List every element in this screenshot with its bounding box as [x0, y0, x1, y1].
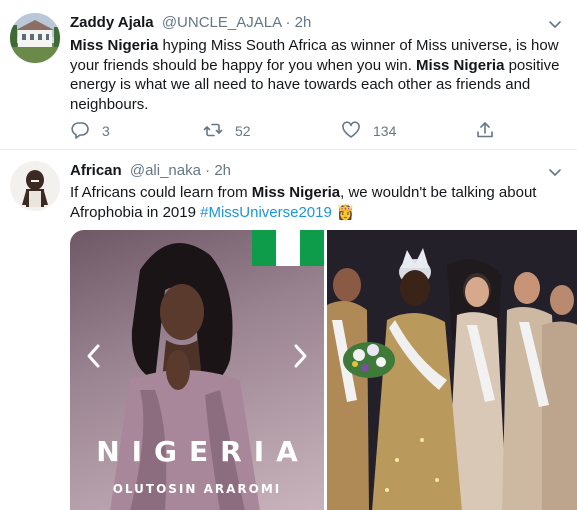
share-button[interactable] — [475, 120, 495, 142]
tweet-actions: 3 52 134 — [70, 120, 510, 142]
photo-caption-name: OLUTOSIN ARAROMI — [112, 482, 282, 496]
avatar[interactable] — [10, 13, 60, 63]
tweet[interactable]: African @ali_naka · 2h If Africans could… — [0, 151, 577, 510]
photo-caption-country: NIGERIA — [96, 435, 310, 468]
share-icon — [475, 120, 495, 143]
nigeria-flag-icon — [252, 230, 324, 266]
retweet-button[interactable]: 52 — [203, 120, 251, 142]
reply-button[interactable]: 3 — [70, 120, 110, 142]
display-name[interactable]: Zaddy Ajala — [70, 14, 154, 31]
like-button[interactable]: 134 — [341, 120, 396, 142]
tweet-media[interactable]: NIGERIA OLUTOSIN ARAROMI — [70, 230, 577, 510]
mention-text: Miss Nigeria — [70, 37, 159, 54]
timestamp[interactable]: 2h — [214, 162, 231, 179]
chevron-down-icon[interactable] — [547, 164, 563, 180]
tweet-text: If Africans could learn from Miss Nigeri… — [70, 183, 562, 222]
display-name[interactable]: African — [70, 162, 122, 179]
comment-icon — [70, 120, 90, 143]
mention-text: Miss Nigeria — [416, 56, 505, 74]
timestamp[interactable]: 2h — [295, 14, 312, 31]
text-segment: If Africans could learn from — [70, 184, 252, 201]
tweet[interactable]: Zaddy Ajala @UNCLE_AJALA · 2h Miss Niger… — [0, 0, 577, 150]
retweet-count: 52 — [235, 123, 251, 139]
tweet-header: African @ali_naka · 2h — [70, 162, 231, 179]
chevron-right-icon[interactable] — [288, 342, 312, 370]
chevron-down-icon[interactable] — [547, 16, 563, 32]
user-handle[interactable]: @UNCLE_AJALA — [162, 14, 281, 31]
tweet-header: Zaddy Ajala @UNCLE_AJALA · 2h — [70, 14, 311, 31]
separator-dot: · — [205, 162, 211, 179]
avatar[interactable] — [10, 161, 60, 211]
retweet-icon — [203, 120, 223, 143]
photo-nigeria-contestant[interactable]: NIGERIA OLUTOSIN ARAROMI — [70, 230, 324, 510]
reply-count: 3 — [102, 123, 110, 139]
user-handle[interactable]: @ali_naka — [130, 162, 201, 179]
hashtag-link[interactable]: #MissUniverse2019 — [200, 204, 332, 221]
chevron-left-icon[interactable] — [82, 342, 106, 370]
separator-dot: · — [285, 14, 291, 31]
like-count: 134 — [373, 123, 397, 139]
tweet-text: Miss Nigeria hyping Miss South Africa as… — [70, 36, 562, 114]
emoji-princess: 👸 — [331, 203, 355, 221]
mention-text: Miss Nigeria — [251, 184, 341, 201]
photo-miss-universe-crowning[interactable] — [327, 230, 577, 510]
heart-icon — [341, 120, 361, 143]
